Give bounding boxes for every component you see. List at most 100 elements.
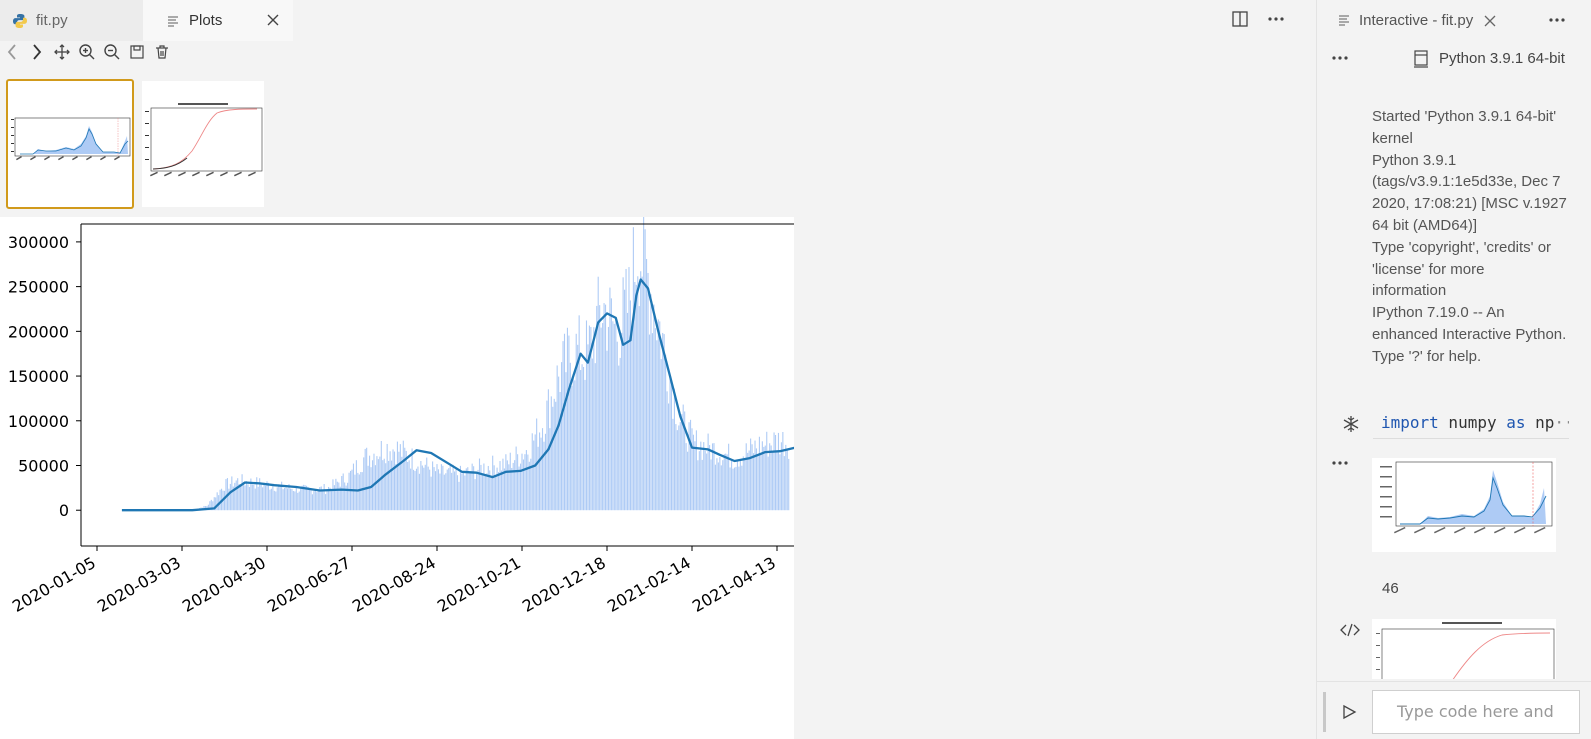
interactive-tab-bar: Interactive - fit.py bbox=[1317, 0, 1591, 41]
code-icon[interactable] bbox=[1340, 622, 1360, 638]
bar bbox=[511, 467, 513, 511]
bar bbox=[537, 446, 539, 511]
bar bbox=[766, 431, 768, 511]
bar bbox=[396, 441, 398, 511]
bar bbox=[247, 484, 249, 511]
cell-code-line[interactable]: import numpy as np··· bbox=[1373, 409, 1569, 439]
zoom-in-icon[interactable] bbox=[77, 42, 96, 62]
more-actions-icon[interactable] bbox=[1266, 8, 1286, 30]
bar bbox=[685, 443, 687, 511]
bar bbox=[386, 443, 388, 511]
bar bbox=[270, 488, 272, 511]
bar bbox=[474, 479, 476, 511]
tab-interactive[interactable]: Interactive - fit.py bbox=[1317, 0, 1517, 41]
bar bbox=[521, 453, 523, 511]
bar bbox=[531, 433, 533, 511]
bar bbox=[484, 474, 486, 511]
trash-icon[interactable] bbox=[152, 42, 171, 62]
bar bbox=[467, 467, 469, 511]
bar bbox=[445, 473, 447, 511]
bar bbox=[616, 341, 618, 511]
bar bbox=[533, 440, 535, 511]
bar bbox=[764, 445, 766, 511]
bar bbox=[577, 344, 579, 511]
bar bbox=[581, 364, 583, 511]
bar bbox=[606, 350, 608, 511]
bar bbox=[360, 472, 362, 511]
bar bbox=[735, 466, 737, 511]
bar bbox=[666, 391, 668, 511]
code-input[interactable]: Type code here and bbox=[1372, 690, 1580, 734]
bar bbox=[248, 487, 250, 511]
bar bbox=[710, 459, 712, 511]
split-editor-icon[interactable] bbox=[1230, 8, 1250, 30]
interactive-window: Interactive - fit.py Python 3.9.1 64-bit… bbox=[1316, 0, 1591, 739]
bar bbox=[522, 459, 525, 511]
bar bbox=[672, 418, 674, 511]
bar bbox=[572, 374, 574, 511]
more-actions-icon[interactable] bbox=[1331, 48, 1353, 68]
zoom-out-icon[interactable] bbox=[102, 42, 121, 62]
chevron-right-icon[interactable] bbox=[27, 42, 46, 62]
bar bbox=[326, 490, 328, 511]
bar bbox=[773, 432, 775, 511]
bar bbox=[650, 294, 652, 511]
bar bbox=[347, 482, 349, 511]
code-keyword: as bbox=[1506, 413, 1526, 432]
x-tick-label: 2020-04-30 bbox=[179, 553, 269, 616]
bar bbox=[284, 488, 286, 511]
output-value: 46 bbox=[1382, 580, 1399, 597]
bar bbox=[423, 467, 425, 511]
more-actions-icon[interactable] bbox=[1331, 454, 1353, 472]
x-tick-label: 2021-04-13 bbox=[689, 553, 779, 616]
bar bbox=[779, 454, 781, 511]
bar bbox=[776, 451, 778, 511]
bar bbox=[310, 488, 312, 511]
bar bbox=[393, 451, 396, 511]
tab-fit-py[interactable]: fit.py bbox=[0, 0, 143, 41]
collapse-cell-icon[interactable] bbox=[1341, 414, 1361, 434]
bar bbox=[637, 276, 639, 511]
thumbnail-cumulative-infections[interactable] bbox=[142, 81, 264, 207]
bar bbox=[591, 358, 593, 511]
chevron-left-icon[interactable] bbox=[2, 42, 21, 62]
bar bbox=[374, 465, 376, 511]
more-actions-icon[interactable] bbox=[1548, 10, 1570, 30]
bar bbox=[648, 334, 651, 511]
bar bbox=[738, 466, 740, 511]
bar bbox=[701, 459, 703, 511]
pan-icon[interactable] bbox=[52, 42, 71, 62]
bar bbox=[780, 442, 782, 511]
output-plot-image[interactable] bbox=[1372, 458, 1556, 552]
output-plot-image[interactable] bbox=[1372, 619, 1556, 679]
bar bbox=[383, 458, 385, 511]
x-tick-label: 2020-12-18 bbox=[519, 553, 609, 616]
bar bbox=[720, 465, 722, 511]
run-icon[interactable] bbox=[1341, 704, 1357, 720]
code-cell[interactable]: import numpy as np··· bbox=[1317, 406, 1591, 440]
tab-label: fit.py bbox=[36, 12, 68, 29]
close-icon[interactable] bbox=[265, 12, 281, 28]
code-token: numpy bbox=[1438, 413, 1507, 432]
bar bbox=[325, 494, 327, 511]
server-icon bbox=[1413, 49, 1431, 69]
bar bbox=[263, 482, 265, 511]
bar bbox=[427, 466, 429, 511]
tab-plots[interactable]: Plots bbox=[143, 0, 293, 41]
bar bbox=[363, 457, 365, 511]
bar bbox=[607, 326, 610, 511]
thumbnail-daily-cases[interactable] bbox=[6, 79, 134, 209]
bar bbox=[729, 467, 731, 511]
bar bbox=[420, 461, 422, 511]
bar bbox=[380, 440, 382, 511]
bar bbox=[528, 461, 530, 511]
code-keyword: import bbox=[1381, 413, 1439, 432]
save-icon[interactable] bbox=[127, 42, 146, 62]
bar bbox=[549, 428, 551, 511]
bar bbox=[439, 473, 441, 511]
kernel-status-row: Python 3.9.1 64-bit bbox=[1317, 44, 1591, 74]
bar bbox=[338, 482, 340, 511]
close-icon[interactable] bbox=[1483, 14, 1497, 28]
bar bbox=[622, 277, 624, 511]
kernel-label[interactable]: Python 3.9.1 64-bit bbox=[1439, 50, 1565, 67]
